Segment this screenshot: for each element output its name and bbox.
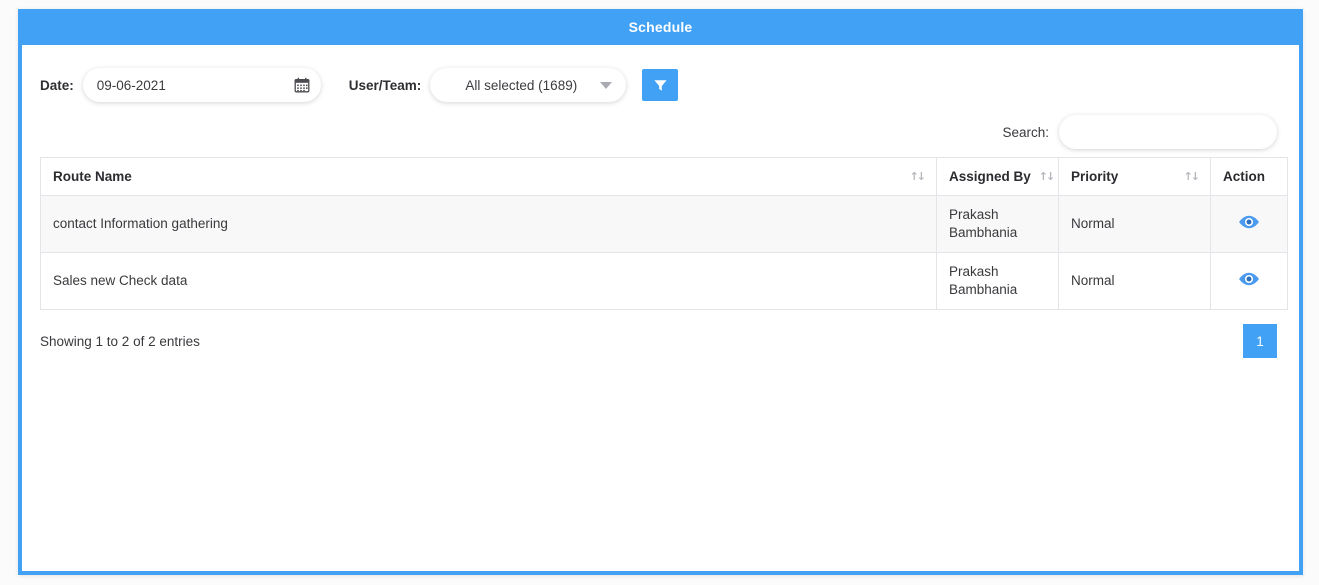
entries-info: Showing 1 to 2 of 2 entries (40, 333, 200, 349)
column-label: Action (1223, 169, 1265, 184)
cell-assigned-by: Prakash Bambhania (936, 195, 1059, 253)
eye-icon (1239, 215, 1259, 228)
filter-icon (654, 79, 667, 91)
date-input[interactable]: 09-06-2021 (82, 68, 321, 102)
search-label: Search: (1002, 124, 1049, 140)
cell-route-name: Sales new Check data (40, 252, 937, 310)
column-header-route-name[interactable]: Route Name ↑↓ (40, 157, 937, 196)
table-row[interactable]: Sales new Check data Prakash Bambhania N… (40, 252, 1288, 310)
eye-icon (1239, 272, 1259, 285)
column-label: Assigned By (949, 169, 1031, 184)
team-select[interactable]: All selected (1689) (430, 68, 627, 102)
view-details-button[interactable] (1223, 271, 1275, 287)
card-header: Schedule (18, 9, 1303, 45)
cell-priority: Normal (1058, 195, 1211, 253)
filter-toolbar: Date: 09-06-2021 User/Team: All selected… (22, 45, 1299, 107)
table-header-row: Route Name ↑↓ Assigned By ↑↓ Priority ↑↓… (40, 157, 1288, 196)
sort-updown-icon[interactable]: ↑↓ (1184, 170, 1201, 183)
card-body: Date: 09-06-2021 User/Team: All selected… (22, 45, 1299, 571)
team-filter-group: User/Team: All selected (1689) (349, 68, 679, 102)
search-row: Search: (22, 107, 1299, 157)
column-header-action: Action (1210, 157, 1288, 196)
schedule-screen: Schedule Date: 09-06-2021 User/Team: All… (0, 0, 1319, 585)
sort-updown-icon[interactable]: ↑↓ (1039, 170, 1056, 183)
table-body: contact Information gathering Prakash Ba… (40, 195, 1288, 310)
table-container: Route Name ↑↓ Assigned By ↑↓ Priority ↑↓… (22, 157, 1299, 310)
schedule-card: Schedule Date: 09-06-2021 User/Team: All… (18, 9, 1303, 575)
cell-action (1210, 195, 1288, 253)
schedule-table: Route Name ↑↓ Assigned By ↑↓ Priority ↑↓… (40, 157, 1288, 310)
search-input[interactable] (1059, 115, 1277, 149)
cell-priority: Normal (1058, 252, 1211, 310)
column-label: Priority (1071, 169, 1119, 184)
view-details-button[interactable] (1223, 214, 1275, 230)
sort-updown-icon[interactable]: ↑↓ (910, 170, 927, 183)
column-header-assigned-by[interactable]: Assigned By ↑↓ (936, 157, 1059, 196)
team-selected-value: All selected (1689) (465, 77, 578, 93)
table-footer: Showing 1 to 2 of 2 entries 1 (22, 310, 1299, 358)
table-row[interactable]: contact Information gathering Prakash Ba… (40, 195, 1288, 253)
apply-filter-button[interactable] (642, 69, 679, 101)
column-header-priority[interactable]: Priority ↑↓ (1058, 157, 1211, 196)
date-value: 09-06-2021 (96, 77, 166, 93)
column-label: Route Name (53, 169, 132, 184)
calendar-icon[interactable] (289, 72, 315, 98)
pagination-page-1[interactable]: 1 (1243, 324, 1277, 358)
cell-assigned-by: Prakash Bambhania (936, 252, 1059, 310)
table-head: Route Name ↑↓ Assigned By ↑↓ Priority ↑↓… (40, 157, 1288, 196)
page-title: Schedule (628, 19, 693, 35)
cell-route-name: contact Information gathering (40, 195, 937, 253)
team-label: User/Team: (348, 77, 422, 93)
date-label: Date: (40, 77, 74, 93)
chevron-down-icon (600, 81, 613, 89)
cell-action (1210, 252, 1288, 310)
